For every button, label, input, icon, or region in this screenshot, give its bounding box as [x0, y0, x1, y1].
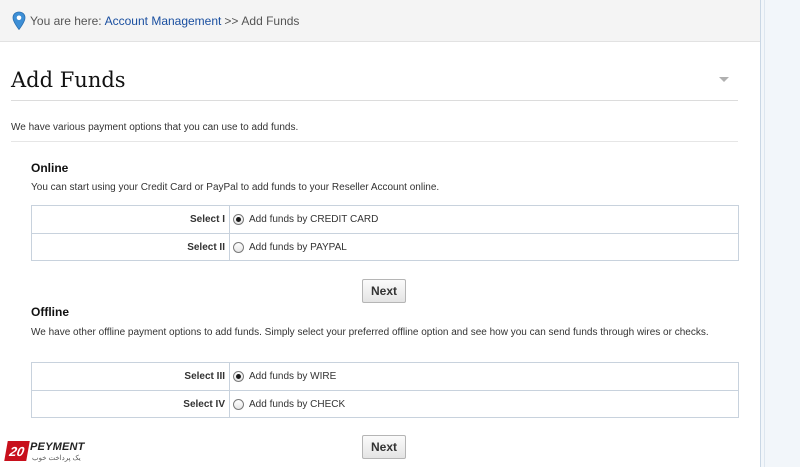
radio-paypal[interactable] — [233, 241, 244, 253]
table-row: Select III Add funds by WIRE — [32, 363, 738, 390]
radio-wire[interactable] — [233, 371, 244, 382]
online-section-description: You can start using your Credit Card or … — [31, 182, 440, 193]
online-next-button[interactable]: Next — [362, 279, 406, 303]
logo: 20 PEYMENT یک پرداخت خوب — [4, 438, 96, 466]
option-label-select-iv: Select IV — [32, 391, 230, 417]
radio-credit-card[interactable] — [233, 214, 244, 225]
option-label-select-ii: Select II — [32, 234, 230, 260]
option-check[interactable]: Add funds by CHECK — [230, 391, 738, 417]
offline-section-title: Offline — [31, 305, 69, 319]
option-credit-card[interactable]: Add funds by CREDIT CARD — [230, 206, 738, 233]
title-divider — [11, 100, 738, 101]
offline-options-table: Select III Add funds by WIRE Select IV A… — [31, 362, 739, 418]
breadcrumb-current: Add Funds — [241, 13, 300, 28]
option-text-credit-card: Add funds by CREDIT CARD — [249, 214, 379, 225]
breadcrumb-link-account-management[interactable]: Account Management — [105, 14, 222, 28]
breadcrumb-separator: >> — [224, 13, 239, 28]
online-options-table: Select I Add funds by CREDIT CARD Select… — [31, 205, 739, 261]
logo-badge: 20 — [4, 441, 30, 461]
right-rail — [760, 0, 800, 467]
option-paypal[interactable]: Add funds by PAYPAL — [230, 234, 738, 260]
intro-divider — [11, 141, 738, 142]
logo-tagline: یک پرداخت خوب — [32, 455, 81, 462]
offline-next-button[interactable]: Next — [362, 435, 406, 459]
option-label-select-i: Select I — [32, 206, 230, 233]
table-row: Select I Add funds by CREDIT CARD — [32, 206, 738, 233]
logo-name: PEYMENT — [30, 441, 85, 453]
option-text-paypal: Add funds by PAYPAL — [249, 241, 347, 253]
collapse-triangle-icon[interactable] — [719, 77, 729, 82]
map-pin-icon — [12, 11, 26, 30]
radio-check[interactable] — [233, 398, 244, 410]
option-text-wire: Add funds by WIRE — [249, 371, 337, 382]
table-row: Select IV Add funds by CHECK — [32, 390, 738, 417]
breadcrumb: You are here: Account Management >> Add … — [0, 0, 760, 42]
rail-divider — [764, 0, 765, 467]
main-content: You are here: Account Management >> Add … — [0, 0, 760, 467]
breadcrumb-lead: You are here: — [30, 13, 102, 28]
option-wire[interactable]: Add funds by WIRE — [230, 363, 738, 390]
option-label-select-iii: Select III — [32, 363, 230, 390]
table-row: Select II Add funds by PAYPAL — [32, 233, 738, 260]
option-text-check: Add funds by CHECK — [249, 398, 346, 410]
online-section-title: Online — [31, 161, 69, 175]
page-title: Add Funds — [11, 68, 126, 92]
offline-section-description: We have other offline payment options to… — [31, 327, 709, 338]
intro-text: We have various payment options that you… — [11, 122, 299, 133]
